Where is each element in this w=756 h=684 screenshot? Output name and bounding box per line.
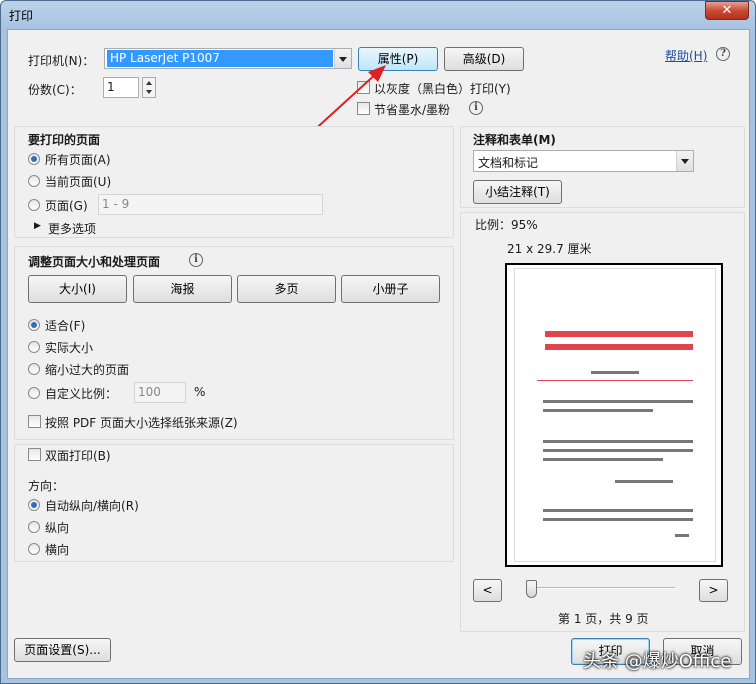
stepper-up-icon[interactable] <box>146 81 152 85</box>
watermark: 头条 @爆炒Office <box>583 651 732 672</box>
scale-label: 比例：95% <box>475 218 538 232</box>
preview-text-line <box>543 449 693 452</box>
page-info: 第 1 页，共 9 页 <box>558 612 649 626</box>
page-setup-button[interactable]: 页面设置(S)... <box>14 638 111 662</box>
summarize-comments-button[interactable]: 小结注释(T) <box>473 180 562 204</box>
shrink-radio[interactable] <box>28 363 40 375</box>
help-info-icon: ? <box>716 47 730 61</box>
page-thumbnail <box>515 269 715 561</box>
page-range-input[interactable]: 1 - 9 <box>98 194 323 215</box>
preview-text-line <box>543 509 693 512</box>
preview-text-line <box>543 409 653 412</box>
window-title: 打印 <box>9 9 34 23</box>
pages-title: 要打印的页面 <box>28 133 101 147</box>
portrait-radio[interactable] <box>28 521 40 533</box>
stepper-down-icon[interactable] <box>146 90 152 94</box>
expand-arrow-icon[interactable]: ▶ <box>34 221 41 231</box>
help-link[interactable]: 帮助(H) <box>665 47 707 64</box>
advanced-button[interactable]: 高级(D) <box>444 47 524 71</box>
comments-select[interactable]: 文档和标记 <box>473 150 694 172</box>
size-tab-button[interactable]: 大小(I) <box>28 275 127 303</box>
multiple-tab-button[interactable]: 多页 <box>237 275 336 303</box>
printer-label: 打印机(N)： <box>28 54 95 68</box>
paper-source-checkbox[interactable] <box>28 415 41 428</box>
page-range-label: 页面(G) <box>45 199 88 213</box>
actual-size-radio[interactable] <box>28 341 40 353</box>
portrait-label: 纵向 <box>45 521 70 535</box>
preview-text-line <box>675 534 689 537</box>
duplex-checkbox[interactable] <box>28 448 41 461</box>
page-dimensions: 21 x 29.7 厘米 <box>507 242 592 256</box>
all-pages-label: 所有页面(A) <box>45 153 111 167</box>
preview-text-line <box>615 480 673 483</box>
more-options-link[interactable]: 更多选项 <box>48 220 96 237</box>
grayscale-label: 以灰度（黑白色）打印(Y) <box>374 82 511 96</box>
page-preview <box>505 263 723 567</box>
landscape-label: 横向 <box>45 543 70 557</box>
landscape-radio[interactable] <box>28 543 40 555</box>
title-bar: 打印 ✕ <box>1 1 755 29</box>
orientation-label: 方向： <box>28 479 65 493</box>
page-slider-thumb[interactable] <box>526 580 537 598</box>
preview-text-line <box>543 518 693 521</box>
print-dialog: 打印 ✕ 打印机(N)： HP LaserJet P1007 属性(P) 高级(… <box>0 0 756 684</box>
comments-title: 注释和表单(M) <box>473 133 556 147</box>
current-page-label: 当前页面(U) <box>45 175 112 189</box>
booklet-tab-button[interactable]: 小册子 <box>341 275 440 303</box>
fit-label: 适合(F) <box>45 319 86 333</box>
copies-stepper[interactable] <box>142 77 156 98</box>
copies-input[interactable]: 1 <box>103 77 139 98</box>
preview-title-line <box>545 331 693 337</box>
shrink-label: 缩小过大的页面 <box>45 363 130 377</box>
page-slider-track[interactable] <box>528 587 675 589</box>
page-range-radio[interactable] <box>28 199 40 211</box>
printer-name: HP LaserJet P1007 <box>107 50 333 67</box>
preview-title-line <box>545 344 693 350</box>
preview-text-line <box>543 400 693 403</box>
preview-text-line <box>591 371 639 374</box>
next-page-button[interactable]: > <box>699 579 728 602</box>
chevron-down-icon <box>676 151 693 171</box>
auto-orientation-radio[interactable] <box>28 499 40 511</box>
preview-text-line <box>543 458 663 461</box>
current-page-radio[interactable] <box>28 175 40 187</box>
duplex-label: 双面打印(B) <box>45 449 111 463</box>
percent-label: % <box>194 385 206 399</box>
preview-text-line <box>543 440 693 443</box>
close-button[interactable]: ✕ <box>705 1 749 20</box>
sizing-title: 调整页面大小和处理页面 <box>28 255 161 269</box>
copies-label: 份数(C)： <box>28 83 82 97</box>
actual-size-label: 实际大小 <box>45 341 94 355</box>
custom-scale-input[interactable]: 100 <box>134 382 186 403</box>
all-pages-radio[interactable] <box>28 153 40 165</box>
info-icon: i <box>469 101 483 115</box>
comments-selected: 文档和标记 <box>478 156 539 170</box>
poster-tab-button[interactable]: 海报 <box>133 275 232 303</box>
paper-source-label: 按照 PDF 页面大小选择纸张来源(Z) <box>45 416 238 430</box>
info-icon: i <box>189 253 203 267</box>
prev-page-button[interactable]: < <box>473 579 502 602</box>
fit-radio[interactable] <box>28 319 40 331</box>
custom-scale-label: 自定义比例： <box>45 387 118 401</box>
auto-orientation-label: 自动纵向/横向(R) <box>45 499 139 513</box>
preview-rule <box>537 380 693 381</box>
custom-scale-radio[interactable] <box>28 387 40 399</box>
